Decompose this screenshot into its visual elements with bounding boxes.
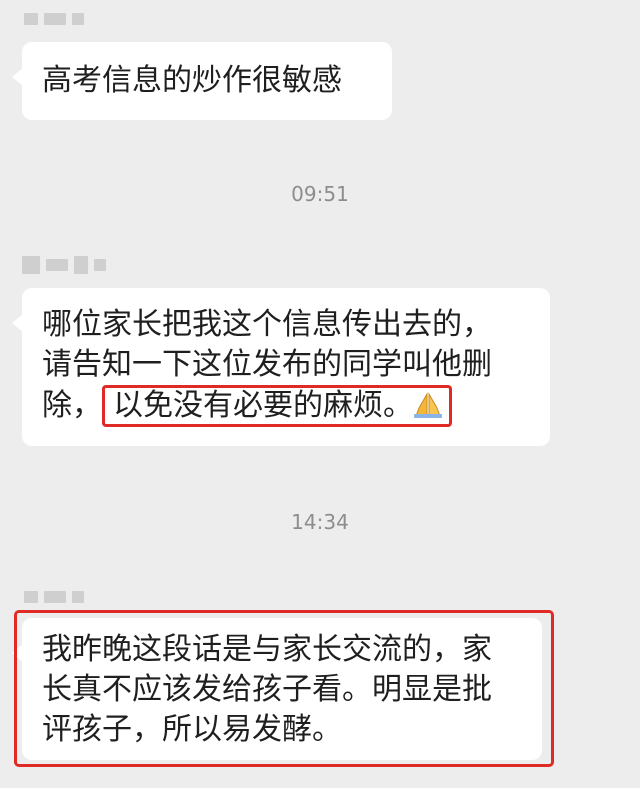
- message-text: 高考信息的炒作很敏感: [42, 63, 342, 98]
- message-text-line: 除， 以免没有必要的麻烦。: [42, 385, 532, 427]
- sender-name-blurred: [22, 256, 106, 274]
- message-text-line: 请告知一下这位发布的同学叫他删: [42, 347, 492, 382]
- highlight-box: [14, 610, 554, 767]
- highlighted-text: 以免没有必要的麻烦。: [113, 388, 413, 423]
- highlight-box: 以免没有必要的麻烦。: [102, 385, 452, 427]
- sender-name-blurred: [24, 590, 84, 604]
- message-bubble-2[interactable]: 哪位家长把我这个信息传出去的， 请告知一下这位发布的同学叫他删 除， 以免没有必要…: [12, 288, 550, 446]
- message-text: 除，: [42, 388, 102, 423]
- timestamp: 14:34: [291, 510, 349, 534]
- timestamp: 09:51: [291, 182, 349, 206]
- message-text-line: 哪位家长把我这个信息传出去的，: [42, 307, 492, 342]
- sender-name-blurred: [24, 12, 84, 26]
- message-bubble-1[interactable]: 高考信息的炒作很敏感: [12, 42, 392, 120]
- praying-hands-icon: [414, 392, 442, 418]
